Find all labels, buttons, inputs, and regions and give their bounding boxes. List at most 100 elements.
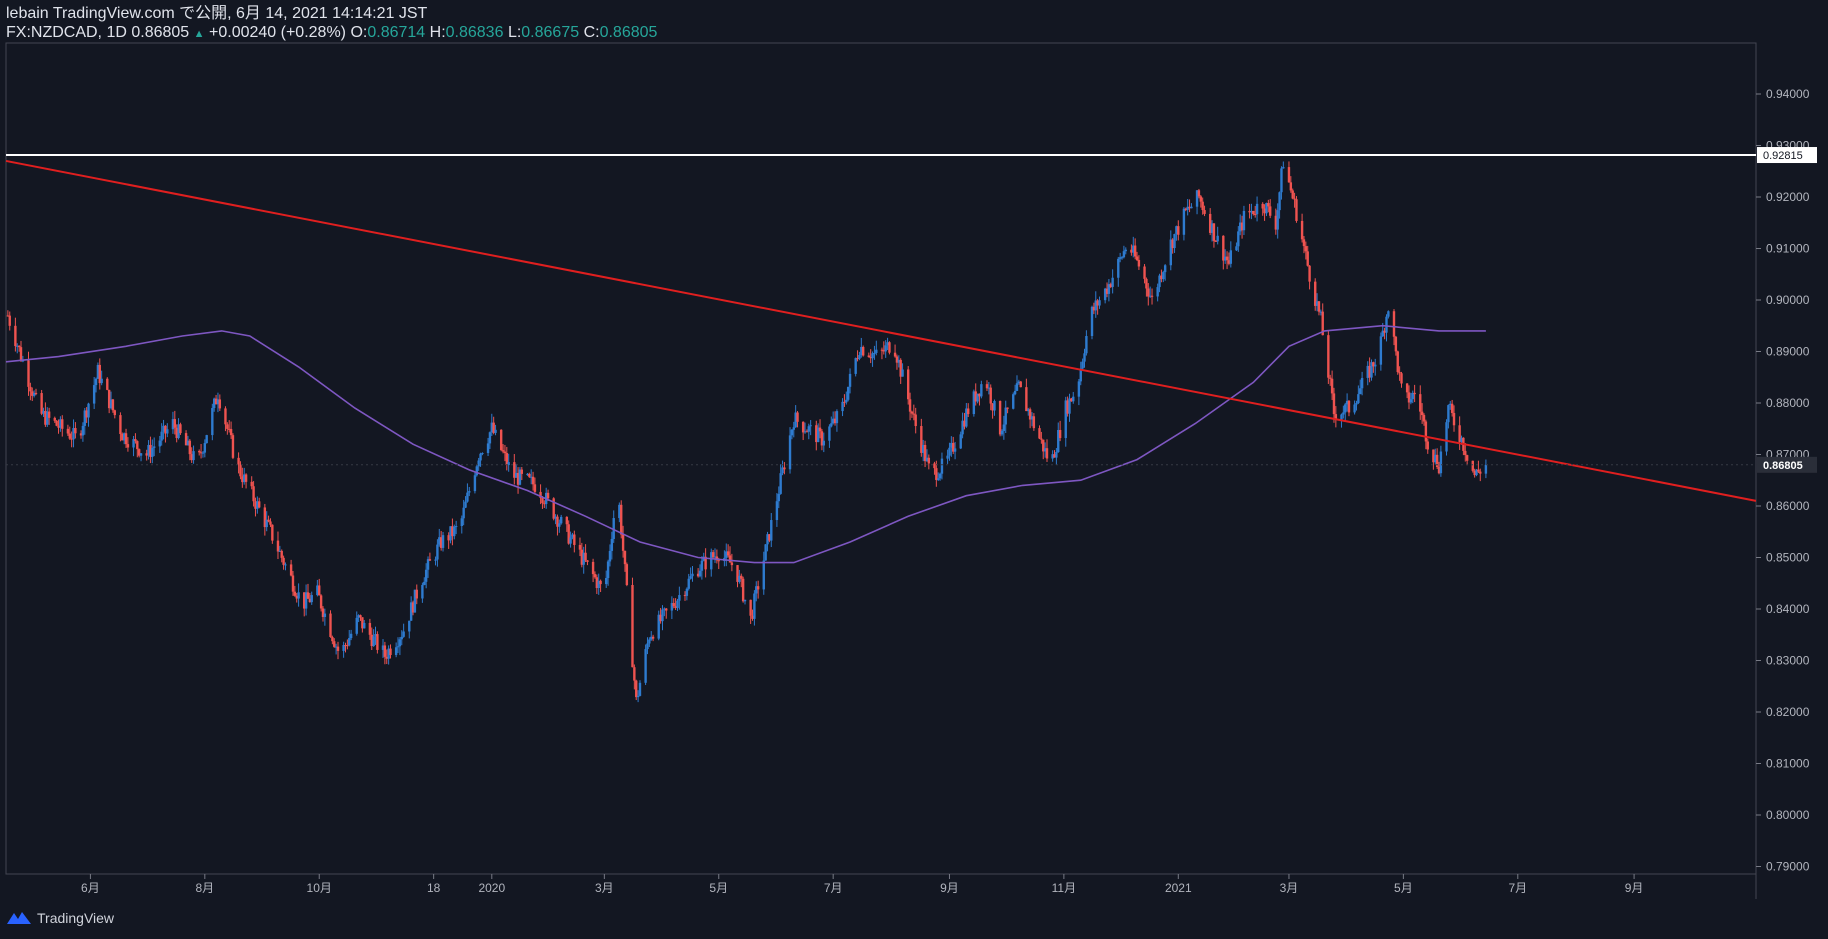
candle — [61, 415, 64, 437]
y-tick-label: 0.89000 — [1766, 345, 1810, 359]
candle-body — [331, 637, 334, 642]
candle-body — [318, 585, 321, 596]
candle — [231, 433, 235, 460]
price-chart[interactable]: 0.940000.930000.920000.910000.900000.890… — [0, 0, 1828, 939]
candle — [631, 577, 634, 668]
candle-body — [1340, 414, 1343, 420]
candle-body — [1182, 208, 1186, 235]
candle-body — [593, 574, 597, 578]
candle — [612, 510, 615, 543]
candle — [164, 425, 167, 443]
candle-body — [606, 561, 610, 579]
candle-body — [635, 680, 638, 698]
footer-brand[interactable]: TradingView — [6, 910, 114, 926]
candle — [355, 611, 358, 636]
trendline — [5, 159, 1757, 502]
candle-body — [111, 399, 115, 411]
candle-body — [1452, 413, 1456, 426]
candle-body — [1225, 256, 1229, 261]
candle — [113, 409, 116, 419]
candle — [1385, 314, 1388, 342]
candle-body — [336, 646, 340, 651]
candle — [650, 631, 653, 641]
candle — [336, 641, 340, 660]
candle-body — [608, 550, 612, 562]
candle — [1465, 454, 1469, 466]
candle — [1177, 220, 1180, 241]
candle-body — [901, 369, 904, 377]
candle-body — [910, 411, 914, 414]
candle-body — [980, 384, 983, 397]
candle-body — [106, 378, 109, 390]
candle — [1300, 213, 1304, 243]
y-tick-label: 0.83000 — [1766, 654, 1810, 668]
candle-body — [426, 559, 430, 570]
tradingview-logo-icon — [7, 912, 31, 924]
candle-body — [1291, 190, 1294, 199]
candle-body — [1201, 201, 1204, 211]
candle-body — [1317, 301, 1321, 312]
candle-body — [1477, 469, 1480, 472]
candle-body — [276, 540, 280, 552]
candle-body — [466, 492, 469, 502]
candle — [861, 345, 865, 357]
candle-body — [845, 399, 848, 403]
candle-body — [558, 523, 561, 527]
candle-body — [124, 433, 128, 445]
candle — [685, 587, 689, 601]
y-tick-label: 0.88000 — [1766, 396, 1810, 410]
candle-body — [475, 466, 478, 476]
candle-body — [192, 451, 195, 461]
candle — [1282, 161, 1285, 169]
candle-body — [297, 592, 300, 599]
candle-body — [762, 560, 765, 590]
candle — [1133, 238, 1137, 260]
candle-body — [1464, 450, 1467, 456]
candle-body — [743, 599, 747, 602]
candle-body — [822, 440, 825, 446]
candle-body — [1287, 167, 1291, 183]
candle — [1435, 448, 1439, 469]
candle — [867, 352, 871, 358]
candle-body — [764, 544, 767, 561]
candle-body — [8, 315, 11, 326]
candle-body — [333, 641, 336, 647]
candle — [1295, 196, 1298, 223]
candle — [132, 435, 135, 457]
candle — [993, 399, 996, 416]
candle-body — [136, 441, 139, 450]
candle — [1182, 207, 1186, 241]
candle-body — [689, 576, 692, 579]
candle-body — [1015, 383, 1019, 391]
x-tick-label: 5月 — [709, 881, 728, 895]
candle-body — [946, 455, 949, 459]
candle-body — [533, 484, 537, 492]
candle — [1222, 235, 1225, 270]
candle — [72, 419, 75, 448]
candle-body — [291, 575, 295, 592]
x-tick-label: 9月 — [940, 881, 959, 895]
candle — [749, 599, 752, 624]
candle — [1019, 380, 1022, 388]
plot-area-border — [5, 42, 1757, 875]
candle-body — [565, 516, 569, 525]
candle-body — [779, 473, 782, 494]
x-tick-label: 3月 — [1280, 881, 1299, 895]
candle — [1477, 460, 1480, 474]
candle-body — [1392, 311, 1396, 337]
candle-body — [398, 639, 402, 647]
candle-body — [17, 345, 21, 348]
candle — [1068, 393, 1071, 422]
candle-body — [1465, 455, 1469, 461]
candle-body — [423, 581, 426, 585]
candle-body — [1177, 226, 1180, 235]
candle-body — [790, 429, 794, 436]
candle-body — [1353, 404, 1356, 413]
candle — [106, 377, 109, 391]
candle-body — [728, 555, 732, 563]
candle-body — [623, 550, 627, 565]
candle — [1162, 270, 1165, 283]
candle-body — [927, 457, 931, 464]
candle-body — [400, 636, 403, 640]
candle-body — [1252, 210, 1255, 215]
